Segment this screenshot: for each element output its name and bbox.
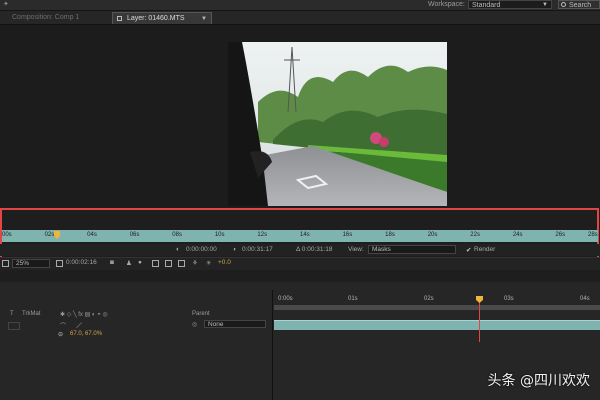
ruler-label: 20s	[427, 232, 438, 238]
scale-value[interactable]: 67.0, 67.0%	[70, 331, 102, 337]
timeline-layer-list: T TrkMat ✱ ◇ ╲ fx ▤ ◐ ◓ ◎ Parent ⌒ ／ ◎ N…	[0, 290, 273, 400]
comp-ruler-label: 0:00s	[278, 296, 293, 302]
watermark: 头条 @四川欢欢	[487, 373, 590, 389]
selection-tool-icon[interactable]: ✦	[3, 1, 13, 9]
ruler-label: 16s	[342, 232, 353, 238]
link-icon[interactable]: ⊝	[58, 331, 63, 338]
layer-time-ruler[interactable]: 00s 02s 04s 06s 08s 10s 12s 14s 16s 18s 20s 22s 24s 2…	[2, 230, 598, 242]
column-parent: Parent	[192, 311, 210, 317]
channel-icon[interactable]: ●	[138, 259, 142, 266]
show-snapshot-icon[interactable]: ♟	[126, 259, 132, 267]
chevron-down-icon: ▼	[542, 2, 548, 8]
tab-layer-label: Layer: 01460.MTS	[126, 15, 185, 22]
comp-playhead-line	[479, 298, 480, 342]
viewer-toolbar: 25% 0:00:02:16 ◙ ♟ ● ⚘ ✳ +0.0	[0, 257, 600, 270]
panel-menu-icon[interactable]: ▼	[201, 13, 207, 25]
view-value: Masks	[372, 246, 391, 253]
duration-time: Δ 0:00:31:18	[296, 246, 333, 253]
tab-composition[interactable]: Composition: Comp 1	[8, 12, 108, 24]
pickwhip-icon[interactable]: ◎	[192, 321, 197, 328]
resolution-icon[interactable]	[152, 260, 159, 267]
search-text: Search	[569, 2, 592, 9]
video-frame-image	[228, 42, 447, 206]
tab-layer[interactable]: Layer: 01460.MTS ▼	[112, 12, 212, 24]
ruler-label: 12s	[257, 232, 268, 238]
lock-icon[interactable]	[117, 15, 122, 21]
ruler-label: 28s	[588, 232, 598, 238]
search-help-input[interactable]: Search	[558, 0, 600, 9]
layer-duration-bar[interactable]	[274, 320, 600, 330]
ruler-label: 18s	[385, 232, 395, 238]
ruler-label: 04s	[87, 232, 97, 238]
workspace-select[interactable]: Standard ▼	[468, 0, 552, 9]
work-area-bar[interactable]	[274, 305, 600, 310]
current-time[interactable]: 0:00:02:16	[66, 259, 97, 266]
view-label: View:	[348, 246, 364, 253]
ruler-label: 06s	[129, 232, 140, 238]
layer-playhead[interactable]	[54, 231, 60, 241]
comp-playhead[interactable]	[476, 296, 483, 303]
comp-ruler-label: 02s	[424, 296, 434, 302]
layer-timecode-row: ◐ 0:00:00:00 ◑ 0:00:31:17 Δ 0:00:31:18 V…	[0, 244, 600, 256]
fast-preview-icon[interactable]: ⚘	[192, 259, 198, 267]
ruler-label: 08s	[172, 232, 182, 238]
render-label: Render	[474, 246, 496, 253]
search-icon	[561, 2, 566, 7]
pixel-aspect-icon[interactable]	[178, 260, 185, 267]
in-point-icon[interactable]: ◐	[176, 246, 180, 253]
ruler-label: 22s	[470, 232, 480, 238]
comp-ruler-label: 01s	[348, 296, 358, 302]
zoom-select[interactable]: 25%	[12, 259, 50, 268]
comp-ruler-label: 04s	[580, 296, 590, 302]
switches-header-icons: ✱ ◇ ╲ fx ▤ ◐ ◓ ◎	[60, 312, 108, 318]
parent-value: None	[208, 321, 224, 328]
shy-switch-icon[interactable]: ⌒	[60, 321, 66, 330]
column-t: T	[10, 311, 14, 317]
workspace-label: Workspace:	[428, 1, 465, 8]
out-point-time[interactable]: 0:00:31:17	[242, 246, 273, 253]
column-trkmat: TrkMat	[22, 311, 41, 317]
snapshot-icon[interactable]: ◙	[110, 259, 114, 266]
comp-time-ruler[interactable]: 0:00s 01s 02s 03s 04s	[274, 295, 600, 305]
region-of-interest-icon[interactable]	[56, 260, 63, 267]
comp-ruler-label: 03s	[504, 296, 514, 302]
in-point-time[interactable]: 0:00:00:00	[186, 246, 217, 253]
view-select[interactable]: Masks	[368, 245, 456, 254]
ruler-label: 02s	[44, 232, 55, 238]
tab-composition-label: Composition: Comp 1	[12, 14, 80, 21]
quality-switch-icon[interactable]: ／	[76, 321, 82, 330]
viewer-tab-bar: Composition: Comp 1 Layer: 01460.MTS ▼	[0, 11, 600, 25]
ruler-label: 14s	[300, 232, 310, 238]
workspace-value: Standard	[472, 2, 501, 9]
trkmat-select[interactable]	[8, 322, 20, 330]
zoom-value: 25%	[16, 260, 30, 267]
transparency-grid-icon[interactable]	[165, 260, 172, 267]
ruler-label: 24s	[512, 232, 523, 238]
out-point-icon[interactable]: ◑	[232, 246, 236, 253]
ruler-label: 10s	[214, 232, 225, 238]
ruler-label: 26s	[555, 232, 566, 238]
exposure-icon[interactable]: ✳	[206, 259, 211, 267]
render-checkbox[interactable]: ✔	[466, 246, 471, 254]
app-top-bar: ✦ Workspace: Standard ▼ Search	[0, 0, 600, 11]
ruler-label: 00s	[2, 232, 12, 238]
parent-select[interactable]: None	[204, 320, 266, 328]
exposure-value[interactable]: +0.0	[218, 259, 231, 266]
always-preview-icon[interactable]	[2, 260, 9, 267]
video-frame	[228, 42, 447, 206]
